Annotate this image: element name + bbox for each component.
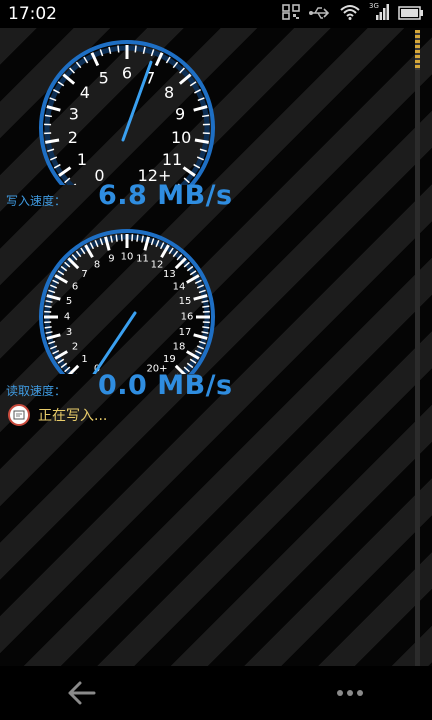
read-gauge-tick-label: 6 [72,282,78,293]
write-gauge-tick-label: 10 [171,128,191,147]
write-gauge-minor-tick [44,114,52,118]
back-arrow-icon [68,681,96,705]
read-speed-value: 0.0 MB/s [98,370,233,401]
read-gauge-tick-label: 8 [94,260,100,271]
read-gauge-tick-label: 13 [163,269,176,280]
read-gauge-tick-label: 9 [108,254,114,265]
read-gauge-tick-label: 16 [181,312,194,323]
read-gauge-tick-label: 14 [173,282,186,293]
read-gauge-tick-label: 3 [66,327,72,338]
battery-icon [398,5,424,24]
write-status-text: 正在写入... [38,408,108,424]
read-gauge-minor-tick [115,234,118,242]
write-speed-value: 6.8 MB/s [98,180,233,211]
write-gauge-tick-label: 5 [99,69,109,88]
qr-scan-icon [282,4,300,24]
read-gauge-needle [92,311,137,374]
read-gauge-tick-label: 15 [179,296,192,307]
write-gauge-tick-label: 9 [175,104,185,123]
read-speed-gauge: 01234567891011121314151617181920+ [36,224,218,374]
write-gauge-minor-tick [117,45,120,53]
read-gauge-tick-label: 5 [66,296,72,307]
read-gauge-minor-tick [136,234,139,242]
read-gauge-tick-label: 7 [81,269,87,280]
signal-3g-icon: 3G [369,2,389,24]
write-status-row: 正在写入... [8,404,107,426]
write-gauge-tick-label: 6 [122,64,132,83]
read-gauge-minor-tick [44,326,52,329]
status-time: 17:02 [8,4,57,24]
read-gauge-tick-label: 2 [72,342,78,353]
write-gauge-tick-label: 4 [80,83,90,102]
read-speed-label: 读取速度： [6,384,67,398]
read-gauge-tick-label: 17 [179,327,192,338]
read-gauge-tick-label: 10 [121,252,134,263]
scrollbar[interactable] [415,30,420,666]
more-options-button[interactable] [330,680,370,706]
network-type-label: 3G [369,2,379,10]
write-gauge-minor-tick [134,45,137,53]
write-gauge-tick-label: 2 [68,128,78,147]
scrollbar-thumb[interactable] [415,30,420,70]
read-gauge-tick-label: 11 [136,254,149,265]
write-gauge-minor-tick [202,114,210,118]
status-icons: 3G [282,2,424,24]
read-gauge-tick-label: 12 [151,260,164,271]
disk-status-icon [8,404,30,426]
usb-icon [309,5,331,24]
back-button[interactable] [62,678,102,708]
write-speed-label: 写入速度： [6,194,67,208]
write-speed-gauge-svg: 012345 6 789101112+ [39,40,215,185]
write-gauge-tick-label: 1 [77,150,87,169]
write-speed-gauge: 0 1 2 3 4 5 6 7 8 9 10 11 12+ [36,35,218,185]
read-gauge-tick-label: 4 [64,312,70,323]
read-gauge-tick-label: 1 [81,354,87,365]
read-speed-gauge-svg: 01234567891011121314151617181920+ [39,229,215,374]
status-bar: 17:02 3G [0,0,432,28]
read-gauge-minor-tick [202,305,210,308]
navigation-bar [0,666,432,720]
read-gauge-tick-label: 18 [173,342,186,353]
wifi-icon [340,4,360,24]
read-gauge-minor-tick [44,305,52,308]
write-gauge-tick-label: 8 [164,83,174,102]
read-gauge-minor-tick [202,326,210,329]
write-gauge-tick-label: 3 [69,104,79,123]
more-dots-icon [337,690,363,696]
